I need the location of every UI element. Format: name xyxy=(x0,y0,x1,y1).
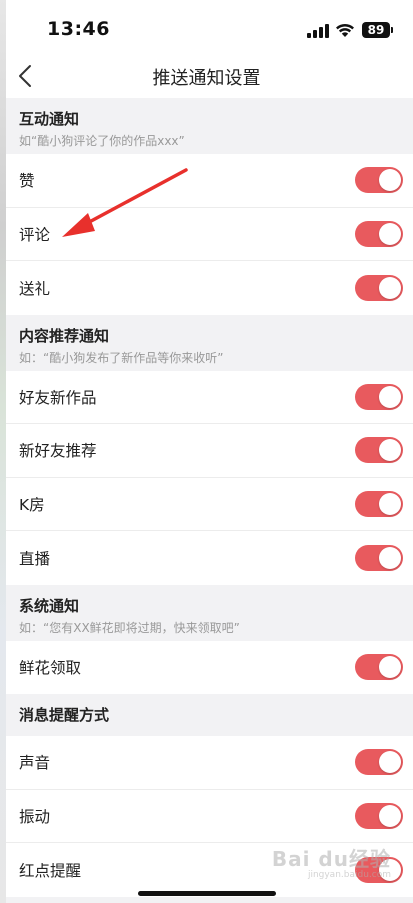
setting-row-sound: 声音 xyxy=(0,736,413,790)
toggle-switch-like[interactable] xyxy=(355,167,403,194)
phone-screen: 13:46 89 推送通知设置 互动通知 如“酷小狗评论了你的作品xxx” 赞 … xyxy=(0,0,413,903)
toggle-switch-flower-claim[interactable] xyxy=(355,654,403,681)
setting-row-new-friend-recommend: 新好友推荐 xyxy=(0,424,413,478)
section-title: 内容推荐通知 xyxy=(19,326,110,345)
wifi-icon xyxy=(336,23,354,37)
setting-row-comment: 评论 xyxy=(0,207,413,261)
setting-label: 赞 xyxy=(19,172,35,191)
section-title: 互动通知 xyxy=(19,110,80,128)
section-header-reminder-method: 消息提醒方式 xyxy=(0,694,413,736)
toggle-switch-k-room[interactable] xyxy=(355,490,403,517)
setting-row-friend-new-work: 好友新作品 xyxy=(0,370,413,424)
setting-label: 新好友推荐 xyxy=(19,442,97,461)
setting-label: K房 xyxy=(19,495,45,514)
setting-label: 红点提醒 xyxy=(19,861,82,880)
toggle-switch-live[interactable] xyxy=(355,544,403,571)
toggle-knob xyxy=(379,751,401,774)
battery-icon: 89 xyxy=(362,22,390,38)
toggle-switch-sound[interactable] xyxy=(355,749,403,776)
section-header-content-recommend: 内容推荐通知 如：“酷小狗发布了新作品等你来收听” xyxy=(0,314,413,371)
setting-row-like: 赞 xyxy=(0,154,413,208)
watermark-text: Bai du经验 xyxy=(271,847,391,871)
setting-label: 评论 xyxy=(19,225,51,244)
navigation-bar: 推送通知设置 xyxy=(0,56,413,98)
section-header-interaction: 互动通知 如“酷小狗评论了你的作品xxx” xyxy=(0,98,413,154)
section-title: 消息提醒方式 xyxy=(19,706,110,724)
watermark-logo: Bai du经验 jingyan.baidu.com xyxy=(272,843,391,880)
setting-row-gift: 送礼 xyxy=(0,261,413,315)
section-subtitle: 如：“您有XX鲜花即将过期，快来领取吧” xyxy=(19,620,240,635)
setting-label: 送礼 xyxy=(19,279,51,298)
cellular-signal-icon xyxy=(307,24,329,38)
section-subtitle: 如：“酷小狗发布了新作品等你来收听” xyxy=(19,350,224,365)
section-header-system: 系统通知 如：“您有XX鲜花即将过期，快来领取吧” xyxy=(0,584,413,641)
toggle-knob xyxy=(379,492,401,515)
page-title: 推送通知设置 xyxy=(152,68,261,89)
setting-label: 直播 xyxy=(19,549,51,568)
background-edge-strip xyxy=(0,0,6,903)
toggle-knob xyxy=(379,222,401,245)
status-time: 13:46 xyxy=(47,18,110,40)
setting-label: 声音 xyxy=(19,754,51,773)
section-subtitle: 如“酷小狗评论了你的作品xxx” xyxy=(19,134,185,148)
setting-row-k-room: K房 xyxy=(0,477,413,531)
toggle-knob xyxy=(379,656,401,679)
toggle-switch-comment[interactable] xyxy=(355,220,403,247)
toggle-knob xyxy=(379,276,401,299)
toggle-knob xyxy=(379,546,401,569)
toggle-switch-gift[interactable] xyxy=(355,274,403,301)
setting-label: 鲜花领取 xyxy=(19,659,82,678)
setting-row-flower-claim: 鲜花领取 xyxy=(0,640,413,694)
toggle-switch-vibration[interactable] xyxy=(355,802,403,829)
status-bar: 13:46 89 xyxy=(0,0,413,56)
toggle-knob xyxy=(379,804,401,827)
setting-row-live: 直播 xyxy=(0,531,413,585)
setting-label: 好友新作品 xyxy=(19,388,97,407)
battery-tip xyxy=(391,27,393,33)
setting-row-vibration: 振动 xyxy=(0,789,413,843)
toggle-knob xyxy=(379,169,401,192)
settings-list: 互动通知 如“酷小狗评论了你的作品xxx” 赞 评论 送礼 内容推荐通知 如：“… xyxy=(0,98,413,897)
setting-label: 振动 xyxy=(19,807,51,826)
toggle-knob xyxy=(379,439,401,462)
toggle-knob xyxy=(379,385,401,408)
toggle-switch-friend-new-work[interactable] xyxy=(355,383,403,410)
section-title: 系统通知 xyxy=(19,596,80,615)
home-indicator[interactable] xyxy=(138,891,276,896)
toggle-switch-new-friend-recommend[interactable] xyxy=(355,437,403,464)
